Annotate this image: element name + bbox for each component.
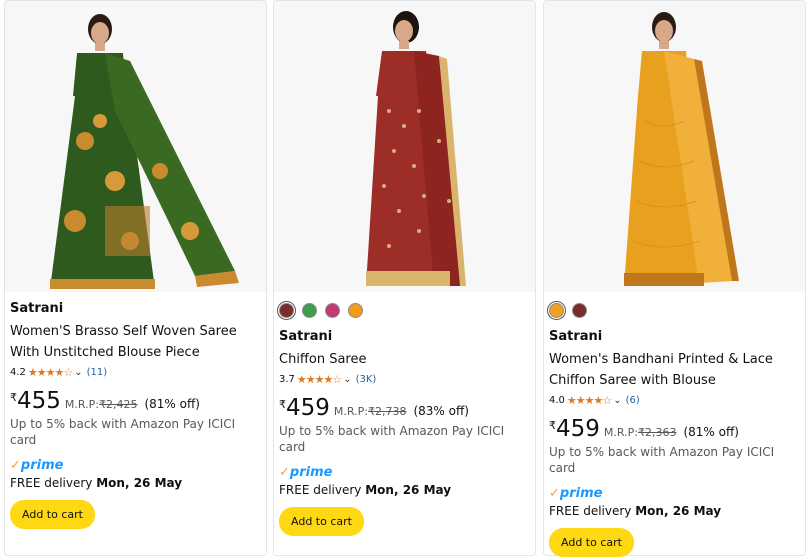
rating-row: 3.7 ★★★★☆ ⌄ (3K) (279, 373, 531, 387)
rating-value: 4.0 (549, 395, 565, 406)
product-image-3[interactable] (544, 1, 805, 292)
color-swatch-green[interactable] (302, 303, 317, 318)
delivery-date: Mon, 26 May (96, 476, 183, 490)
mrp-value: ₹2,425 (98, 398, 138, 411)
product-card-1[interactable]: Satrani Women'S Brasso Self Woven Saree … (4, 0, 267, 556)
chevron-down-icon[interactable]: ⌄ (613, 394, 621, 408)
review-count-link[interactable]: (6) (626, 394, 640, 408)
delivery-prefix: FREE delivery (279, 483, 362, 497)
product-card-2[interactable]: Satrani Chiffon Saree 3.7 ★★★★☆ ⌄ (3K) ₹… (273, 0, 536, 556)
discount-label: (81% off) (683, 425, 739, 439)
title-line-1[interactable]: Women's Bandhani Printed & Lace (549, 349, 801, 370)
title-line-1[interactable]: Chiffon Saree (279, 349, 531, 370)
product-title-link[interactable]: Women's Bandhani Printed & Lace Chiffon … (549, 349, 801, 391)
color-swatch-maroon[interactable] (279, 303, 294, 318)
prime-badge: ✓prime (10, 459, 63, 473)
title-line-2[interactable]: With Unstitched Blouse Piece (10, 342, 262, 363)
prime-check-icon: ✓ (279, 465, 290, 480)
rating-row: 4.0 ★★★★☆ ⌄ (6) (549, 394, 801, 408)
brand-label: Satrani (549, 329, 603, 344)
discount-label: (81% off) (144, 397, 200, 411)
product-title-link[interactable]: Chiffon Saree (279, 349, 531, 370)
rating-value: 3.7 (279, 374, 295, 385)
price-row: ₹ 459 M.R.P: ₹2,738 (83% off) (279, 395, 531, 421)
star-rating-icon[interactable]: ★★★★☆ (567, 394, 612, 408)
delivery-info: FREE delivery Mon, 26 May (549, 503, 801, 519)
price-value[interactable]: 455 (17, 388, 61, 414)
delivery-info: FREE delivery Mon, 26 May (10, 475, 262, 491)
delivery-prefix: FREE delivery (549, 504, 632, 518)
product-image-2[interactable] (274, 1, 535, 292)
mrp-label: M.R.P: (64, 398, 99, 411)
star-rating-icon[interactable]: ★★★★☆ (297, 373, 342, 387)
color-swatch-maroon[interactable] (572, 303, 587, 318)
add-to-cart-button[interactable]: Add to cart (10, 500, 95, 529)
delivery-info: FREE delivery Mon, 26 May (279, 482, 531, 498)
saree-photo-3 (544, 1, 805, 292)
title-line-1[interactable]: Women'S Brasso Self Woven Saree (10, 321, 262, 342)
brand-label: Satrani (10, 301, 64, 316)
prime-label: prime (20, 458, 64, 473)
mrp-value: ₹2,738 (367, 405, 407, 418)
review-count-link[interactable]: (11) (87, 366, 108, 380)
color-swatch-pink[interactable] (325, 303, 340, 318)
prime-check-icon: ✓ (549, 486, 560, 501)
prime-check-icon: ✓ (10, 458, 21, 473)
star-rating-icon[interactable]: ★★★★☆ (28, 366, 73, 380)
price-row: ₹ 459 M.R.P: ₹2,363 (81% off) (549, 416, 801, 442)
cashback-offer: Up to 5% back with Amazon Pay ICICI card (549, 445, 775, 475)
delivery-date: Mon, 26 May (365, 483, 452, 497)
add-to-cart-button[interactable]: Add to cart (549, 528, 634, 557)
prime-badge: ✓prime (279, 466, 332, 480)
product-title-link[interactable]: Women'S Brasso Self Woven Saree With Uns… (10, 321, 262, 363)
rating-value: 4.2 (10, 367, 26, 378)
price-value[interactable]: 459 (556, 416, 600, 442)
chevron-down-icon[interactable]: ⌄ (74, 366, 82, 380)
color-swatch-orange[interactable] (549, 303, 564, 318)
review-count-link[interactable]: (3K) (356, 373, 377, 387)
mrp-value: ₹2,363 (637, 426, 677, 439)
currency-symbol: ₹ (279, 398, 286, 411)
title-line-2[interactable]: Chiffon Saree with Blouse (549, 370, 801, 391)
saree-photo-1 (5, 1, 266, 292)
currency-symbol: ₹ (10, 391, 17, 404)
delivery-prefix: FREE delivery (10, 476, 93, 490)
rating-row: 4.2 ★★★★☆ ⌄ (11) (10, 366, 262, 380)
delivery-date: Mon, 26 May (635, 504, 722, 518)
color-swatches (549, 303, 801, 320)
saree-photo-2 (274, 1, 535, 292)
chevron-down-icon[interactable]: ⌄ (343, 373, 351, 387)
cashback-offer: Up to 5% back with Amazon Pay ICICI card (279, 424, 505, 454)
cashback-offer: Up to 5% back with Amazon Pay ICICI card (10, 417, 236, 447)
mrp-label: M.R.P: (603, 426, 638, 439)
price-row: ₹ 455 M.R.P: ₹2,425 (81% off) (10, 388, 262, 414)
add-to-cart-button[interactable]: Add to cart (279, 507, 364, 536)
product-image-1[interactable] (5, 1, 266, 292)
prime-label: prime (289, 465, 333, 480)
color-swatches (279, 303, 531, 320)
discount-label: (83% off) (413, 404, 469, 418)
product-card-3[interactable]: Satrani Women's Bandhani Printed & Lace … (543, 0, 806, 557)
prime-label: prime (559, 486, 603, 501)
currency-symbol: ₹ (549, 419, 556, 432)
mrp-label: M.R.P: (333, 405, 368, 418)
color-swatch-orange[interactable] (348, 303, 363, 318)
price-value[interactable]: 459 (286, 395, 330, 421)
brand-label: Satrani (279, 329, 333, 344)
prime-badge: ✓prime (549, 487, 602, 501)
